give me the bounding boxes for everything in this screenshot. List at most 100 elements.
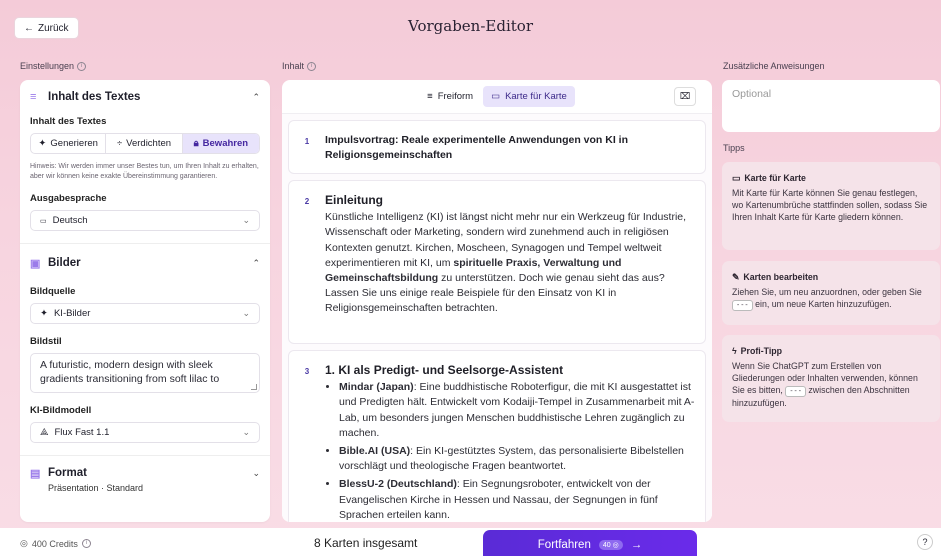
settings-label-text: Einstellungen: [20, 61, 75, 71]
card[interactable]: 1 Impulsvortrag: Reale experimentelle An…: [288, 120, 706, 174]
tip-text-part: Ziehen Sie, um neu anzuordnen, oder gebe…: [732, 287, 922, 297]
list-item-bold: BlessU-2 (Deutschland): [339, 478, 457, 491]
align-icon: ≡: [427, 91, 433, 102]
card[interactable]: 3 1. KI als Predigt- und Seelsorge-Assis…: [288, 350, 706, 522]
header: ← Zurück Vorgaben-Editor: [0, 0, 941, 56]
card-list: 1 Impulsvortrag: Reale experimentelle An…: [282, 114, 712, 522]
total-cards: 8 Karten insgesamt: [314, 536, 418, 550]
image-source-value: KI-Bilder: [53, 308, 91, 319]
settings-label: Einstellungen i: [20, 61, 87, 71]
image-model-label: KI-Bildmodell: [30, 405, 92, 416]
text-lines-icon: ≡: [30, 91, 37, 103]
mode-generate-label: Generieren: [50, 138, 98, 149]
card[interactable]: 2 Einleitung Künstliche Intelligenz (KI)…: [288, 180, 706, 344]
chevron-up-icon[interactable]: ⌃: [252, 92, 260, 103]
image-style-label: Bildstil: [30, 336, 62, 347]
text-content-section: ≡ Inhalt des Textes ⌃ Inhalt des Textes …: [20, 80, 270, 244]
chevron-down-icon: ⌄: [242, 427, 250, 437]
settings-panel: ≡ Inhalt des Textes ⌃ Inhalt des Textes …: [20, 80, 270, 522]
credits-display[interactable]: ◎ 400 Credits i: [20, 538, 91, 549]
language-select[interactable]: ▭ Deutsch ⌄: [30, 210, 260, 231]
images-section-header[interactable]: ▣ Bilder ⌃: [30, 256, 260, 270]
card-body[interactable]: Einleitung Künstliche Intelligenz (KI) i…: [325, 181, 705, 343]
tip-text-part: ein, um neue Karten hinzuzufügen.: [752, 299, 892, 309]
card-body[interactable]: Impulsvortrag: Reale experimentelle Anwe…: [325, 121, 705, 173]
format-section[interactable]: ▤ Format ⌄ Präsentation · Standard: [20, 456, 270, 505]
credits-icon: ◎: [20, 538, 28, 548]
footer-bar: ◎ 400 Credits i 8 Karten insgesamt Fortf…: [0, 528, 941, 556]
mode-cards-label: Karte für Karte: [505, 91, 567, 102]
card-heading: Einleitung: [325, 193, 383, 207]
text-mode-segmented: ✦ Generieren ÷ Verdichten 🔒︎ Bewahren: [30, 133, 260, 154]
card-number: 1: [304, 137, 310, 146]
text-section-title: Inhalt des Textes: [48, 91, 141, 103]
card-bullet-list: Mindar (Japan): Eine buddhistische Robot…: [325, 380, 695, 522]
tip-title: Profi-Tipp: [740, 346, 783, 356]
list-item-bold: Bible.AI (USA): [339, 445, 411, 458]
language-value: Deutsch: [52, 215, 88, 226]
lock-icon: 🔒︎: [193, 138, 199, 149]
image-model-value: Flux Fast 1.1: [54, 427, 110, 438]
editor-mode-toggle: ≡ Freiform ▭ Karte für Karte: [419, 86, 575, 107]
flag-icon: ▭: [40, 217, 47, 225]
mode-condense-button[interactable]: ÷ Verdichten: [106, 134, 183, 153]
card-icon: ▭: [732, 173, 741, 183]
format-section-header[interactable]: ▤ Format ⌄: [30, 466, 260, 480]
list-item: BlessU-2 (Deutschland): Ein Segnungsrobo…: [339, 477, 695, 522]
mode-condense-label: Verdichten: [126, 138, 172, 149]
info-icon[interactable]: i: [77, 61, 87, 71]
sparkle-icon: ✦: [38, 138, 47, 149]
lightning-icon: ϟ: [732, 346, 737, 356]
image-style-textarea[interactable]: A futuristic, modern design with sleek g…: [30, 353, 260, 393]
clear-format-button[interactable]: ⌧: [674, 87, 696, 106]
tip-text: Wenn Sie ChatGPT zum Erstellen von Glied…: [732, 360, 930, 409]
edit-icon: ✎: [732, 272, 740, 282]
images-section: ▣ Bilder ⌃ Bildquelle ✦ KI-Bilder ⌄ Bilds…: [20, 244, 270, 456]
card-paragraph: Künstliche Intelligenz (KI) ist längst n…: [325, 210, 695, 316]
format-subtitle: Präsentation · Standard: [48, 483, 144, 493]
tip-pro: ϟ Profi-Tipp Wenn Sie ChatGPT zum Erstell…: [722, 335, 940, 422]
chevron-down-icon: ⌄: [242, 215, 250, 225]
mode-cards-button[interactable]: ▭ Karte für Karte: [483, 86, 575, 107]
cost-value: 40: [602, 542, 611, 549]
arrow-right-icon: →: [630, 539, 643, 551]
chevron-down-icon: ⌄: [242, 308, 250, 318]
card-title: Impulsvortrag: Reale experimentelle Anwe…: [325, 134, 629, 161]
extra-instructions-input[interactable]: Optional: [722, 80, 940, 132]
mode-preserve-label: Bewahren: [202, 138, 249, 149]
list-item: Bible.AI (USA): Ein KI-gestütztes System…: [339, 444, 695, 474]
content-editor: ≡ Freiform ▭ Karte für Karte ⌧ 1 Impulsvor…: [282, 80, 712, 522]
chevron-up-icon[interactable]: ⌃: [252, 258, 260, 269]
mode-freeform-button[interactable]: ≡ Freiform: [419, 86, 481, 107]
tip-text: Ziehen Sie, um neu anzuordnen, oder gebe…: [732, 286, 930, 311]
condense-icon: ÷: [116, 138, 123, 149]
list-item: Mindar (Japan): Eine buddhistische Robot…: [339, 380, 695, 441]
language-label: Ausgabesprache: [30, 193, 107, 204]
image-model-select[interactable]: ⟁ Flux Fast 1.1 ⌄: [30, 422, 260, 443]
page-title: Vorgaben-Editor: [408, 17, 533, 35]
tip-title: Karte für Karte: [744, 173, 806, 183]
card-heading: 1. KI als Predigt- und Seelsorge-Assiste…: [325, 363, 564, 377]
image-source-select[interactable]: ✦ KI-Bilder ⌄: [30, 303, 260, 324]
list-item-bold: Mindar (Japan): [339, 381, 414, 394]
sparkle-icon: ✦: [40, 308, 48, 319]
card-number: 3: [304, 367, 310, 376]
mode-preserve-button[interactable]: 🔒︎ Bewahren: [182, 134, 259, 153]
card-body[interactable]: 1. KI als Predigt- und Seelsorge-Assiste…: [325, 351, 705, 522]
help-button[interactable]: ?: [917, 534, 933, 550]
image-source-label: Bildquelle: [30, 286, 76, 297]
info-icon[interactable]: i: [307, 61, 317, 71]
mode-generate-button[interactable]: ✦ Generieren: [31, 134, 107, 153]
chevron-down-icon[interactable]: ⌄: [252, 468, 260, 479]
card-number: 2: [304, 197, 310, 206]
card-icon: ▭: [491, 91, 501, 102]
credits-value: 400 Credits: [31, 538, 78, 549]
content-label: Inhalt i: [282, 61, 317, 71]
info-icon[interactable]: i: [81, 539, 91, 548]
text-section-header[interactable]: ≡ Inhalt des Textes ⌃: [30, 90, 260, 104]
model-icon: ⟁: [40, 427, 49, 438]
continue-button[interactable]: Fortfahren 40 ◎ →: [483, 530, 697, 556]
question-icon: ?: [922, 537, 928, 547]
images-section-title: Bilder: [48, 257, 81, 269]
image-icon: ▣: [30, 257, 41, 270]
